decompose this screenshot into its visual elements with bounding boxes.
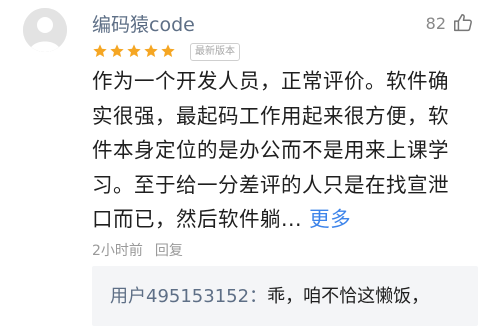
star-icon: [127, 44, 141, 57]
default-user-avatar-icon: [23, 8, 67, 52]
reply-content: 乖，咱不恰这懒饭，: [267, 286, 430, 307]
star-icon: [161, 44, 175, 57]
star-icon: [144, 44, 158, 57]
star-icon: [110, 44, 124, 57]
reply-username[interactable]: 用户495153152：: [110, 286, 267, 307]
reply-preview[interactable]: 用户495153152：乖，咱不恰这懒饭，: [92, 266, 478, 326]
star-icon: [93, 44, 107, 57]
version-badge: 最新版本: [190, 43, 240, 61]
comment-time: 2小时前: [92, 243, 143, 259]
user-avatar[interactable]: [23, 8, 67, 52]
comment-meta: 2小时前 回复: [92, 240, 183, 260]
reply-line: 用户495153152：乖，咱不恰这懒饭，: [110, 282, 429, 308]
like-button[interactable]: 82: [426, 12, 474, 34]
comment-body: 作为一个开发人员，正常评价。软件确实很强，最起码工作用起来很方便，软件本身定位的…: [92, 64, 464, 237]
reply-button[interactable]: 回复: [155, 240, 183, 260]
comment-username[interactable]: 编码猿code: [92, 10, 195, 37]
more-link[interactable]: 更多: [309, 207, 351, 231]
like-count: 82: [425, 13, 446, 33]
star-rating: [92, 43, 176, 59]
comment-text: 作为一个开发人员，正常评价。软件确实很强，最起码工作用起来很方便，软件本身定位的…: [92, 69, 449, 231]
thumbs-up-icon: [454, 14, 472, 32]
